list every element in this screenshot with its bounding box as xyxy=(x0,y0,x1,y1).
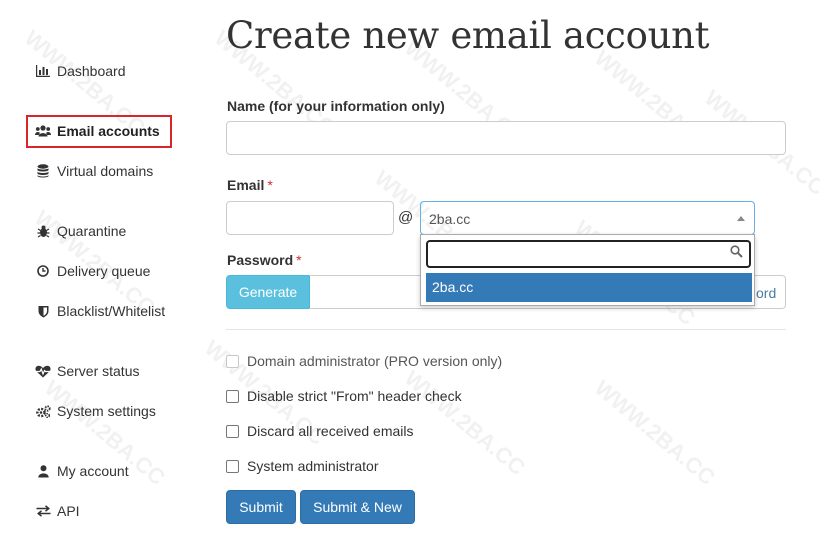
sidebar-item-label: Virtual domains xyxy=(57,163,154,179)
domain-select-value: 2ba.cc xyxy=(429,211,471,227)
page-title: Create new email account xyxy=(226,14,710,57)
sidebar-item-api[interactable]: API xyxy=(35,501,80,521)
divider xyxy=(226,329,786,330)
sidebar-item-label: API xyxy=(57,503,80,519)
password-field-partial-text: ord xyxy=(756,285,777,301)
name-input[interactable] xyxy=(226,121,786,155)
generate-button[interactable]: Generate xyxy=(226,275,310,309)
watermark-text: WWW.2BA.CC xyxy=(399,365,531,481)
sidebar-item-email-accounts[interactable]: Email accounts xyxy=(35,121,160,141)
sidebar-item-my-account[interactable]: My account xyxy=(35,461,129,481)
required-mark: * xyxy=(296,252,302,268)
sidebar-item-label: Email accounts xyxy=(57,123,160,139)
name-label: Name (for your information only) xyxy=(227,98,445,114)
checkbox-label: System administrator xyxy=(247,458,379,474)
database-icon xyxy=(35,164,51,178)
email-local-input[interactable] xyxy=(226,201,394,235)
bug-icon xyxy=(35,225,51,238)
sidebar-item-label: System settings xyxy=(57,403,156,419)
checkbox[interactable] xyxy=(226,389,239,403)
at-sign: @ xyxy=(398,209,414,226)
shield-icon xyxy=(35,305,51,318)
users-icon xyxy=(35,125,51,137)
checkbox-disable-strict-from[interactable]: Disable strict "From" header check xyxy=(226,388,462,404)
user-icon xyxy=(35,464,51,478)
sidebar-item-virtual-domains[interactable]: Virtual domains xyxy=(35,161,153,181)
clock-icon xyxy=(35,265,51,277)
checkbox-system-admin[interactable]: System administrator xyxy=(226,458,378,474)
sidebar-item-system-settings[interactable]: System settings xyxy=(35,401,156,421)
dropdown-search-input[interactable] xyxy=(426,240,751,268)
sidebar-item-label: Server status xyxy=(57,363,140,379)
domain-dropdown: 2ba.cc xyxy=(420,234,755,306)
checkbox-discard-emails[interactable]: Discard all received emails xyxy=(226,423,414,439)
heartbeat-icon xyxy=(35,365,51,378)
domain-select[interactable]: 2ba.cc xyxy=(420,201,755,235)
submit-and-new-button[interactable]: Submit & New xyxy=(300,490,415,524)
submit-button[interactable]: Submit xyxy=(226,490,296,524)
checkbox-domain-admin[interactable]: Domain administrator (PRO version only) xyxy=(226,353,502,369)
sidebar-item-label: My account xyxy=(57,463,129,479)
checkbox[interactable] xyxy=(226,424,239,438)
caret-up-icon xyxy=(737,216,745,221)
checkbox-label: Disable strict "From" header check xyxy=(247,388,462,404)
sidebar-item-label: Quarantine xyxy=(57,223,127,239)
sidebar-item-delivery-queue[interactable]: Delivery queue xyxy=(35,261,150,281)
required-mark: * xyxy=(267,177,273,193)
email-label: Email * xyxy=(227,177,273,193)
sidebar-item-label: Blacklist/Whitelist xyxy=(57,303,166,319)
cogs-icon xyxy=(35,404,51,418)
checkbox-label: Domain administrator (PRO version only) xyxy=(247,353,503,369)
sidebar-item-dashboard[interactable]: Dashboard xyxy=(35,61,126,81)
checkbox[interactable] xyxy=(226,459,239,473)
bar-chart-icon xyxy=(35,65,51,77)
dropdown-option[interactable]: 2ba.cc xyxy=(426,273,752,302)
sidebar-item-blacklist-whitelist[interactable]: Blacklist/Whitelist xyxy=(35,301,165,321)
checkbox-label: Discard all received emails xyxy=(247,423,414,439)
watermark-text: WWW.2BA.CC xyxy=(589,375,721,491)
exchange-icon xyxy=(35,505,51,517)
sidebar-item-server-status[interactable]: Server status xyxy=(35,361,139,381)
sidebar-item-label: Dashboard xyxy=(57,63,126,79)
search-icon xyxy=(730,245,743,263)
sidebar-item-label: Delivery queue xyxy=(57,263,151,279)
password-label: Password * xyxy=(227,252,302,268)
checkbox[interactable] xyxy=(226,354,239,368)
sidebar-item-quarantine[interactable]: Quarantine xyxy=(35,221,126,241)
